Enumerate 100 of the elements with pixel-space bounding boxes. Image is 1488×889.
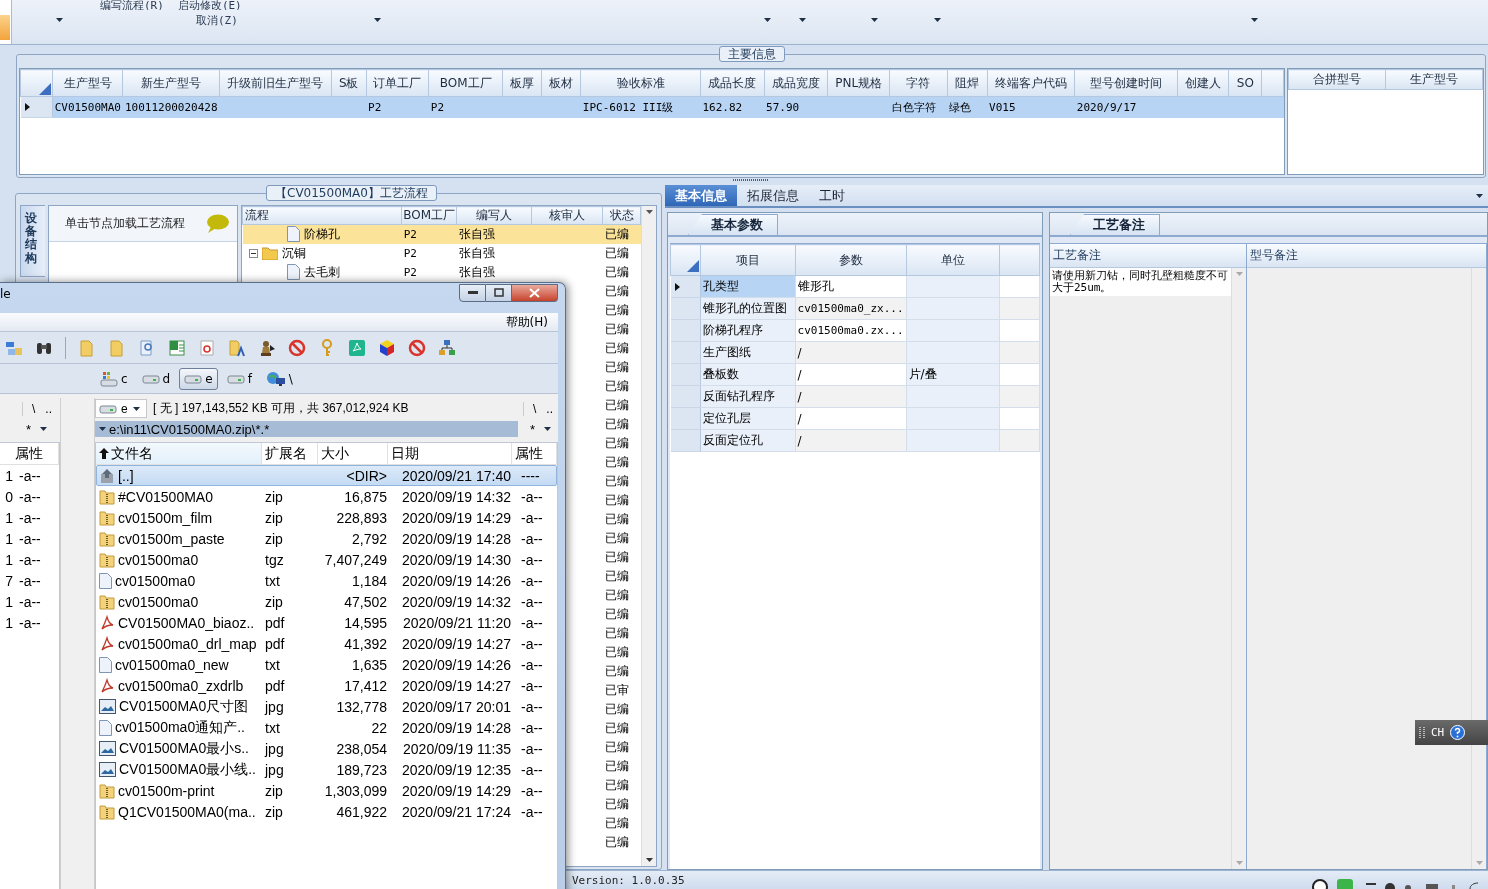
column-header[interactable]: 生产型号 [52,69,123,97]
drive-button[interactable]: f [221,367,257,390]
tree-row[interactable]: 沉铜 P2 张自强 已编 [242,243,641,263]
file-row[interactable]: cv01500ma0 txt 1,184 2020/09/19 14:26 -a-- [96,570,557,591]
panel-tab[interactable]: 基本参数 [688,214,778,235]
table-row[interactable]: 生产图纸 / [670,341,1040,364]
column-header[interactable]: SO [1229,69,1262,97]
column-header[interactable]: 参数 [795,244,907,276]
column-header[interactable]: 新生产型号 [122,69,220,97]
drive-button[interactable]: \ [260,367,298,390]
maximize-button[interactable] [486,283,512,302]
help-icon[interactable] [1450,725,1466,740]
file-row[interactable]: cv01500ma0_drl_map pdf 41,392 2020/09/19 14:27 -a-- [96,633,557,654]
tree-row[interactable]: 去毛刺 P2 张自强 已编 [242,262,641,282]
column-header[interactable]: 板厚 [502,69,542,97]
column-header[interactable]: PNL规格 [827,69,890,97]
table-row[interactable]: 孔类型 锥形孔 [670,275,1040,298]
tab[interactable]: 拓展信息 [737,185,809,206]
column-header[interactable]: 合拼型号 [1288,69,1386,90]
file-row[interactable]: CV01500MA0尺寸图 jpg 132,778 2020/09/17 20:01 -a-- [96,696,557,717]
column-header[interactable]: 流程 [242,206,402,225]
nav-link[interactable]: .. [541,401,558,416]
minimize-button[interactable] [459,283,486,302]
panel-tab[interactable]: 工艺备注 [1070,214,1160,235]
file-row[interactable]: cv01500ma0通知产.. txt 22 2020/09/19 14:28 -a-- [96,717,557,738]
side-tab[interactable]: 设备结构 [20,205,45,277]
column-header[interactable]: 订单工厂 [366,69,429,97]
table-row[interactable]: 叠板数 / 片/叠 [670,363,1040,386]
file-row[interactable]: cv01500ma0_new txt 1,635 2020/09/19 14:26 -a-- [96,654,557,675]
column-header[interactable]: 状态 [602,206,641,225]
column-header[interactable]: 升级前旧生产型号 [219,69,332,97]
column-header[interactable]: 属性 [512,443,557,464]
spreadsheet-icon[interactable] [168,338,186,357]
drive-select[interactable]: e [95,399,147,418]
file-row[interactable]: cv01500m_paste zip 2,792 2020/09/19 14:28 -a-- [96,528,557,549]
table-row[interactable]: 锥形孔的位置图 cv01500ma0_zx... [670,297,1040,320]
path-bar[interactable]: e:\in11\CV01500MA0.zip\*.* [95,421,518,437]
column-header[interactable]: 验收标准 [580,69,701,97]
column-header[interactable]: 扩展名 [262,443,318,464]
prohibited-icon[interactable] [408,338,426,357]
table-row[interactable]: 反面定位孔 / [670,429,1040,452]
file-row[interactable]: cv01500m_film zip 228,893 2020/09/19 14:29 -a-- [96,507,557,528]
tree-node-label[interactable]: 沉铜 [281,244,306,262]
ribbon-button[interactable]: 编写流程(R) [100,0,164,10]
column-header[interactable]: 型号备注 [1247,244,1486,268]
folder-icon[interactable] [228,338,246,357]
collapse-icon[interactable] [248,248,258,258]
table-row[interactable]: CV01500MA0 10011200020428 P2 P2 IPC-6012 III级 162.82 57.90 白色字符 绿色 V015 2020/9/17 [20,96,1284,118]
table-row[interactable]: 反面钻孔程序 / [670,385,1040,408]
column-header[interactable]: 板材 [541,69,581,97]
file-row[interactable]: #CV01500MA0 zip 16,875 2020/09/19 14:32 -a-- [96,486,557,507]
tree-row[interactable]: 阶梯孔 P2 张自强 已编 [242,224,641,244]
ime-mode[interactable]: CH [1431,726,1445,739]
drive-button[interactable]: d [136,367,176,390]
tree-node-label[interactable]: 去毛刺 [303,263,340,281]
chess-piece-icon[interactable] [258,338,276,357]
cancel-button[interactable]: 取消(Z) [196,12,240,28]
nav-link[interactable]: .. [40,401,57,416]
cube-icon[interactable] [378,338,396,357]
column-header[interactable]: 型号创建时间 [1074,69,1178,97]
column-header[interactable]: 成品宽度 [764,69,828,97]
column-header[interactable]: 文件名 [96,443,262,464]
table-cell[interactable]: 沉铜 [242,243,402,263]
file-row[interactable]: CV01500MA0最小s.. jpg 238,054 2020/09/19 11:35 -a-- [96,738,557,759]
file-row[interactable]: cv01500ma0_zxdrlb pdf 17,412 2020/09/19 14:27 -a-- [96,675,557,696]
column-header[interactable]: 项目 [700,244,796,276]
column-header[interactable]: 大小 [318,443,388,464]
column-header[interactable]: 成品长度 [700,69,765,97]
file-row[interactable]: cv01500m-print zip 1,303,099 2020/09/19 14:29 -a-- [96,780,557,801]
column-header[interactable]: 编写人 [456,206,532,225]
table-cell[interactable]: 去毛刺 [242,262,402,282]
column-header[interactable]: BOM工厂 [401,206,457,225]
column-header[interactable]: 属性 [12,443,59,464]
column-header[interactable]: 核审人 [531,206,603,225]
file-row[interactable]: CV01500MA0最小线.. jpg 189,723 2020/09/19 12:35 -a-- [96,759,557,780]
ribbon-button[interactable]: 启动修改(E) [177,0,242,10]
file-row[interactable]: cv01500ma0 tgz 7,407,249 2020/09/19 14:30 -a-- [96,549,557,570]
drive-button[interactable]: e [179,367,218,390]
splitter-grip-icon[interactable] [733,178,769,182]
column-header[interactable]: BOM工厂 [428,69,503,97]
filter-button[interactable]: * [523,421,558,437]
prohibited-icon[interactable] [288,338,306,357]
column-header[interactable]: 创建人 [1177,69,1229,97]
tab[interactable]: 工时 [809,185,855,206]
column-header[interactable]: 阻焊 [947,69,988,97]
column-header[interactable]: 生产型号 [1385,69,1483,90]
column-header[interactable]: 终端客户代码 [987,69,1075,97]
column-header[interactable]: 字符 [889,69,948,97]
file-row[interactable]: [..] <DIR> 2020/09/21 17:40 ---- [96,465,557,486]
network-icon[interactable] [438,338,456,357]
column-header[interactable]: 工艺备注 [1050,244,1247,268]
tab[interactable]: 基本信息 [665,185,737,206]
drive-button[interactable]: c [95,367,133,390]
column-header[interactable]: 单位 [906,244,1000,276]
close-button[interactable] [512,283,558,302]
table-row[interactable]: 阶梯孔程序 cv01500ma0.zx... [670,319,1040,342]
filter-button[interactable]: * [20,421,55,437]
file-row[interactable]: CV01500MA0_biaoz.. pdf 14,595 2020/09/21 11:20 -a-- [96,612,557,633]
nav-link[interactable]: \ [27,401,41,416]
document-icon[interactable] [198,338,216,357]
